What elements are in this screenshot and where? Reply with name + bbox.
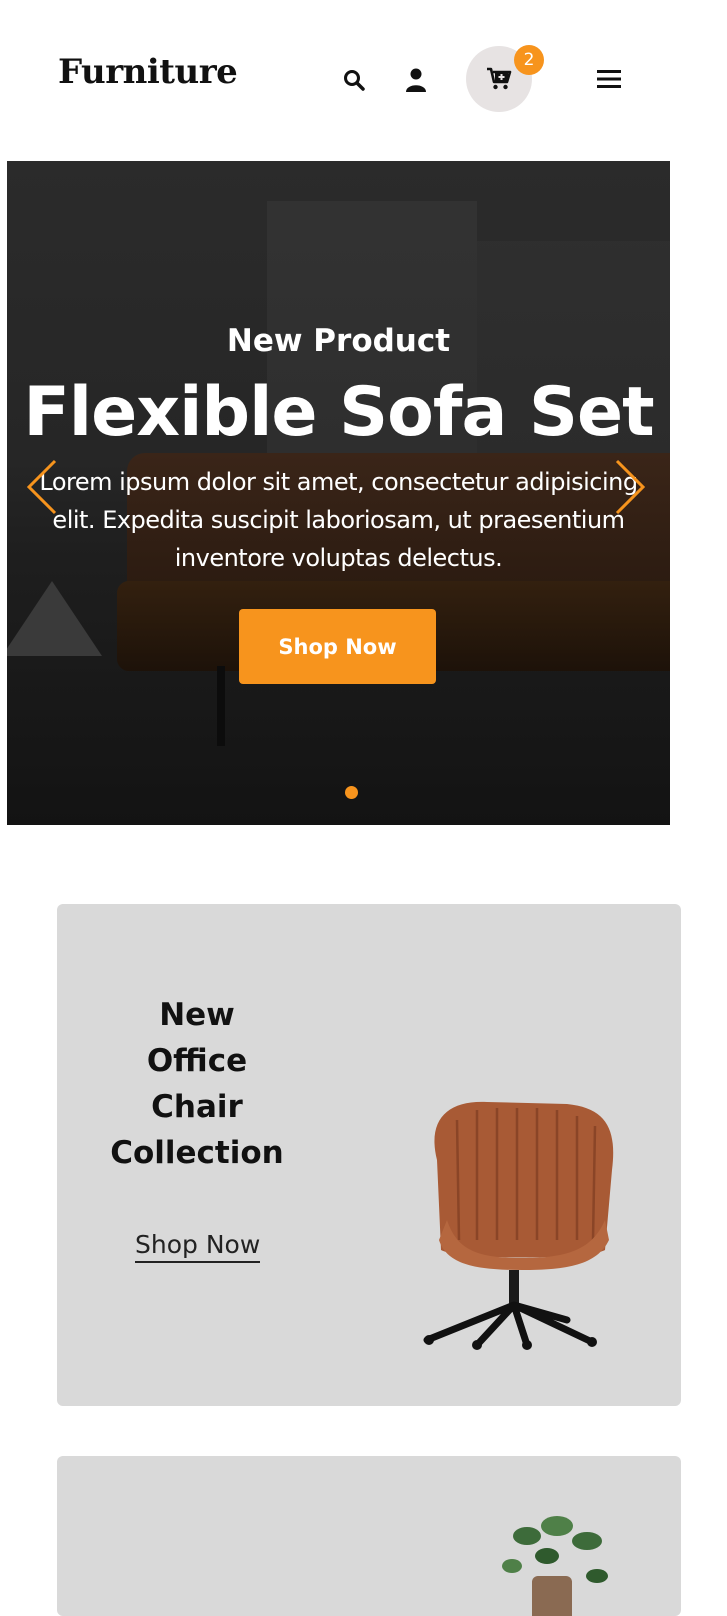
search-button[interactable] — [338, 64, 370, 96]
chevron-right-icon — [615, 459, 646, 515]
user-icon — [406, 68, 426, 92]
slider-dot-active[interactable] — [345, 786, 358, 799]
hero-shop-now-button[interactable]: Shop Now — [239, 609, 436, 684]
site-logo[interactable]: Furniture — [58, 52, 238, 92]
promo-shop-now-link[interactable]: Shop Now — [135, 1230, 261, 1263]
slider-prev-button[interactable] — [21, 457, 61, 517]
promo-card-plant — [57, 1456, 681, 1616]
promo-title: New Office Chair Collection — [110, 997, 284, 1171]
hero-slider: New Product Flexible Sofa Set Lorem ipsu… — [7, 161, 670, 825]
slider-next-button[interactable] — [611, 457, 651, 517]
hero-content: New Product Flexible Sofa Set Lorem ipsu… — [7, 161, 670, 825]
hero-title: Flexible Sofa Set — [23, 373, 654, 452]
cart-icon — [487, 67, 512, 90]
menu-button[interactable] — [592, 62, 626, 96]
cart-count-badge: 2 — [514, 45, 544, 75]
plant-image — [502, 1516, 608, 1616]
menu-icon — [597, 70, 621, 88]
office-chair-image — [423, 1101, 614, 1350]
account-button[interactable] — [400, 64, 432, 96]
site-header: Furniture 2 — [0, 0, 727, 160]
hero-description: Lorem ipsum dolor sit amet, consectetur … — [39, 468, 638, 572]
hero-subtitle: New Product — [226, 323, 451, 359]
chevron-left-icon — [26, 459, 57, 515]
promo-card-office-chair: New Office Chair Collection Shop Now — [57, 904, 681, 1406]
search-icon — [344, 70, 365, 91]
